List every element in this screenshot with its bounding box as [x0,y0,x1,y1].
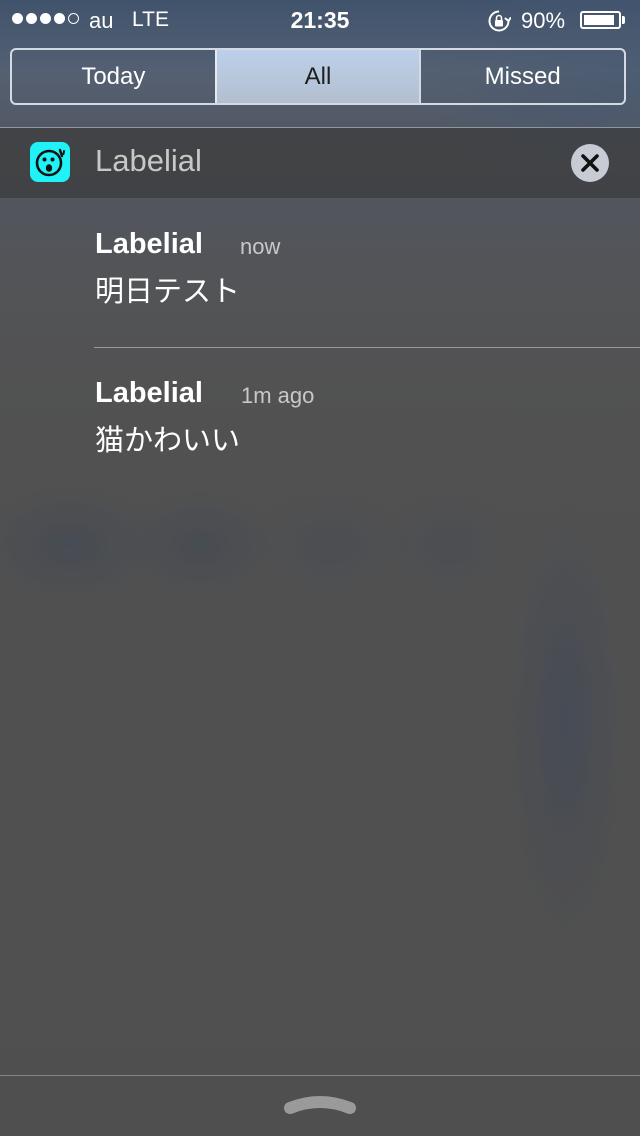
tab-missed[interactable]: Missed [419,50,624,103]
tab-all[interactable]: All [214,50,420,103]
labelial-app-icon [30,142,70,182]
notification-body: 明日テスト [95,274,241,308]
battery-percentage: 90% [521,8,566,33]
notification-item[interactable]: Labelial now 明日テスト [95,228,640,308]
tab-today[interactable]: Today [12,50,215,103]
battery-fill [584,15,614,25]
notification-item[interactable]: Labelial 1m ago 猫かわいい [95,377,640,457]
battery-tip [622,16,625,24]
chevron-up-icon[interactable] [282,1088,358,1118]
battery-icon [580,11,621,29]
app-section-title: Labelial [95,143,202,178]
app-section-header: Labelial [0,128,640,198]
notification-time: now [240,234,281,259]
surprised-face-icon [35,148,65,177]
notification-body: 猫かわいい [95,423,241,457]
notification-filter-tabs: Today All Missed [10,48,626,105]
notification-title: Labelial [95,377,203,409]
close-icon [581,154,599,172]
rotation-lock-icon [488,10,511,32]
notification-separator [94,347,640,348]
status-bar: au LTE 21:35 90% [0,0,640,40]
notification-title: Labelial [95,228,203,260]
divider [0,1075,640,1076]
notification-time: 1m ago [241,383,315,408]
clear-notifications-button[interactable] [571,144,609,182]
